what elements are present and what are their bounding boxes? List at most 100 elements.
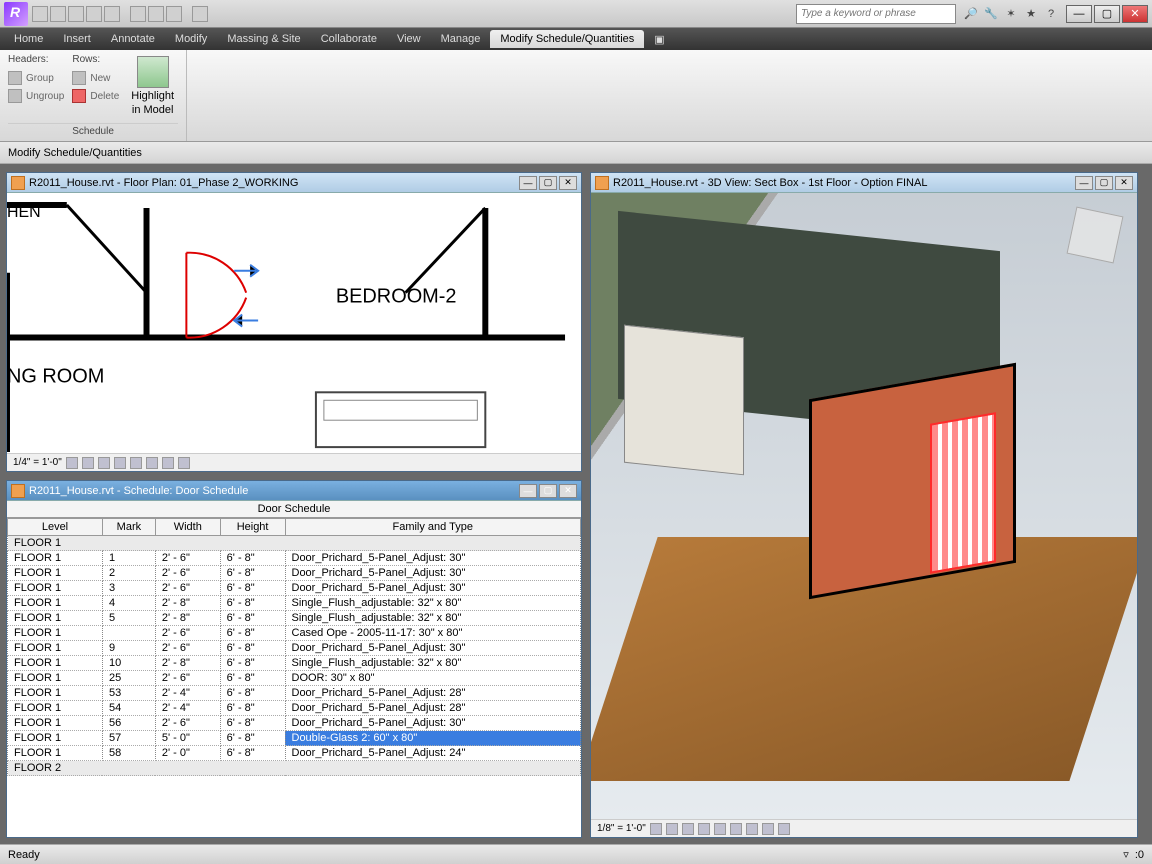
tab-extra[interactable]: ▣ — [644, 30, 674, 49]
table-row[interactable]: FLOOR 122' - 6"6' - 8"Door_Prichard_5-Pa… — [8, 566, 581, 581]
floorplan-canvas[interactable]: BEDROOM-2 NG ROOM HEN — [7, 193, 581, 453]
qat-switch-icon[interactable] — [192, 6, 208, 22]
visual-style-icon[interactable] — [666, 823, 678, 835]
qat-sync-icon[interactable] — [166, 6, 182, 22]
detail-level-icon[interactable] — [650, 823, 662, 835]
3dview-scale[interactable]: 1/8" = 1'-0" — [597, 823, 646, 834]
highlight-in-model-button[interactable]: Highlight in Model — [127, 54, 178, 123]
table-row[interactable]: FLOOR 1252' - 6"6' - 8"DOOR: 30" x 80" — [8, 671, 581, 686]
3dview-canvas[interactable] — [591, 193, 1137, 819]
col-header[interactable]: Width — [155, 519, 220, 536]
schedule-body[interactable]: Door Schedule LevelMarkWidthHeightFamily… — [7, 501, 581, 837]
tab-collaborate[interactable]: Collaborate — [311, 30, 387, 48]
favorite-icon[interactable]: ★ — [1024, 7, 1038, 21]
col-header[interactable]: Height — [220, 519, 285, 536]
hide-isolate-icon[interactable] — [762, 823, 774, 835]
3dview-title: R2011_House.rvt - 3D View: Sect Box - 1s… — [613, 177, 927, 189]
group-row[interactable]: FLOOR 2 — [8, 761, 581, 776]
filter-count: :0 — [1135, 849, 1144, 861]
crop-icon[interactable] — [130, 457, 142, 469]
floorplan-scale[interactable]: 1/4" = 1'-0" — [13, 457, 62, 468]
crop-icon[interactable] — [730, 823, 742, 835]
key-icon[interactable]: 🔧 — [984, 7, 998, 21]
view-min-button[interactable]: — — [519, 176, 537, 190]
maximize-button[interactable]: ▢ — [1094, 5, 1120, 23]
communicate-icon[interactable]: ✶ — [1004, 7, 1018, 21]
3dview-viewbar: 1/8" = 1'-0" — [591, 819, 1137, 837]
qat-save-icon[interactable] — [50, 6, 66, 22]
qat-redo-icon[interactable] — [104, 6, 120, 22]
binoculars-icon[interactable]: 🔎 — [964, 7, 978, 21]
minimize-button[interactable]: — — [1066, 5, 1092, 23]
view-min-button[interactable]: — — [1075, 176, 1093, 190]
reveal-icon[interactable] — [178, 457, 190, 469]
qat-undo-icon[interactable] — [86, 6, 102, 22]
app-menu-icon[interactable] — [4, 2, 28, 26]
shadows-icon[interactable] — [114, 457, 126, 469]
view-max-button[interactable]: ▢ — [1095, 176, 1113, 190]
table-row[interactable]: FLOOR 1542' - 4"6' - 8"Door_Prichard_5-P… — [8, 701, 581, 716]
tab-annotate[interactable]: Annotate — [101, 30, 165, 48]
filter-icon[interactable]: ▿ — [1123, 848, 1129, 861]
close-button[interactable]: ✕ — [1122, 5, 1148, 23]
qat-saveas-icon[interactable] — [68, 6, 84, 22]
viewcube[interactable] — [1067, 207, 1124, 264]
tab-massing-site[interactable]: Massing & Site — [217, 30, 310, 48]
view-min-button[interactable]: — — [519, 484, 537, 498]
group-button[interactable]: Group — [8, 71, 64, 85]
new-row-button[interactable]: New — [72, 71, 119, 85]
render-icon[interactable] — [714, 823, 726, 835]
floorplan-titlebar[interactable]: R2011_House.rvt - Floor Plan: 01_Phase 2… — [7, 173, 581, 193]
view-max-button[interactable]: ▢ — [539, 176, 557, 190]
table-row[interactable]: FLOOR 12' - 6"6' - 8"Cased Ope - 2005-11… — [8, 626, 581, 641]
group-icon — [8, 71, 22, 85]
view-close-button[interactable]: ✕ — [559, 176, 577, 190]
tab-modify-schedule-quantities[interactable]: Modify Schedule/Quantities — [490, 30, 644, 48]
search-input[interactable] — [796, 4, 956, 24]
tab-view[interactable]: View — [387, 30, 431, 48]
tab-modify[interactable]: Modify — [165, 30, 217, 48]
help-icon[interactable]: ? — [1044, 7, 1058, 21]
visual-style-icon[interactable] — [82, 457, 94, 469]
qat-3d-icon[interactable] — [148, 6, 164, 22]
tab-home[interactable]: Home — [4, 30, 53, 48]
table-row[interactable]: FLOOR 142' - 8"6' - 8"Single_Flush_adjus… — [8, 596, 581, 611]
delete-row-button[interactable]: Delete — [72, 89, 119, 103]
view-close-button[interactable]: ✕ — [1115, 176, 1133, 190]
3dview-titlebar[interactable]: R2011_House.rvt - 3D View: Sect Box - 1s… — [591, 173, 1137, 193]
table-row[interactable]: FLOOR 152' - 8"6' - 8"Single_Flush_adjus… — [8, 611, 581, 626]
table-row[interactable]: FLOOR 112' - 6"6' - 8"Door_Prichard_5-Pa… — [8, 551, 581, 566]
reveal-icon[interactable] — [778, 823, 790, 835]
table-row[interactable]: FLOOR 1532' - 4"6' - 8"Door_Prichard_5-P… — [8, 686, 581, 701]
qat-open-icon[interactable] — [32, 6, 48, 22]
window-controls: — ▢ ✕ — [1066, 5, 1148, 23]
table-row[interactable]: FLOOR 1582' - 0"6' - 8"Door_Prichard_5-P… — [8, 746, 581, 761]
schedule-titlebar[interactable]: R2011_House.rvt - Schedule: Door Schedul… — [7, 481, 581, 501]
table-row[interactable]: FLOOR 1102' - 8"6' - 8"Single_Flush_adju… — [8, 656, 581, 671]
detail-level-icon[interactable] — [66, 457, 78, 469]
sunpath-icon[interactable] — [682, 823, 694, 835]
hide-isolate-icon[interactable] — [162, 457, 174, 469]
view-close-button[interactable]: ✕ — [559, 484, 577, 498]
tab-manage[interactable]: Manage — [431, 30, 491, 48]
tab-insert[interactable]: Insert — [53, 30, 101, 48]
crop-region-icon[interactable] — [146, 457, 158, 469]
schedule-title: R2011_House.rvt - Schedule: Door Schedul… — [29, 485, 248, 497]
options-bar-text: Modify Schedule/Quantities — [8, 147, 142, 159]
table-row[interactable]: FLOOR 1575' - 0"6' - 8"Double-Glass 2: 6… — [8, 731, 581, 746]
shadows-icon[interactable] — [698, 823, 710, 835]
crop-region-icon[interactable] — [746, 823, 758, 835]
col-header[interactable]: Family and Type — [285, 519, 581, 536]
group-row[interactable]: FLOOR 1 — [8, 536, 581, 551]
view-max-button[interactable]: ▢ — [539, 484, 557, 498]
table-row[interactable]: FLOOR 192' - 6"6' - 8"Door_Prichard_5-Pa… — [8, 641, 581, 656]
col-header[interactable]: Level — [8, 519, 103, 536]
table-row[interactable]: FLOOR 1562' - 6"6' - 8"Door_Prichard_5-P… — [8, 716, 581, 731]
col-header[interactable]: Mark — [102, 519, 155, 536]
sunpath-icon[interactable] — [98, 457, 110, 469]
status-bar: Ready ▿ :0 — [0, 844, 1152, 864]
highlighted-door[interactable] — [930, 413, 996, 575]
table-row[interactable]: FLOOR 132' - 6"6' - 8"Door_Prichard_5-Pa… — [8, 581, 581, 596]
ungroup-button[interactable]: Ungroup — [8, 89, 64, 103]
qat-modify-icon[interactable] — [130, 6, 146, 22]
